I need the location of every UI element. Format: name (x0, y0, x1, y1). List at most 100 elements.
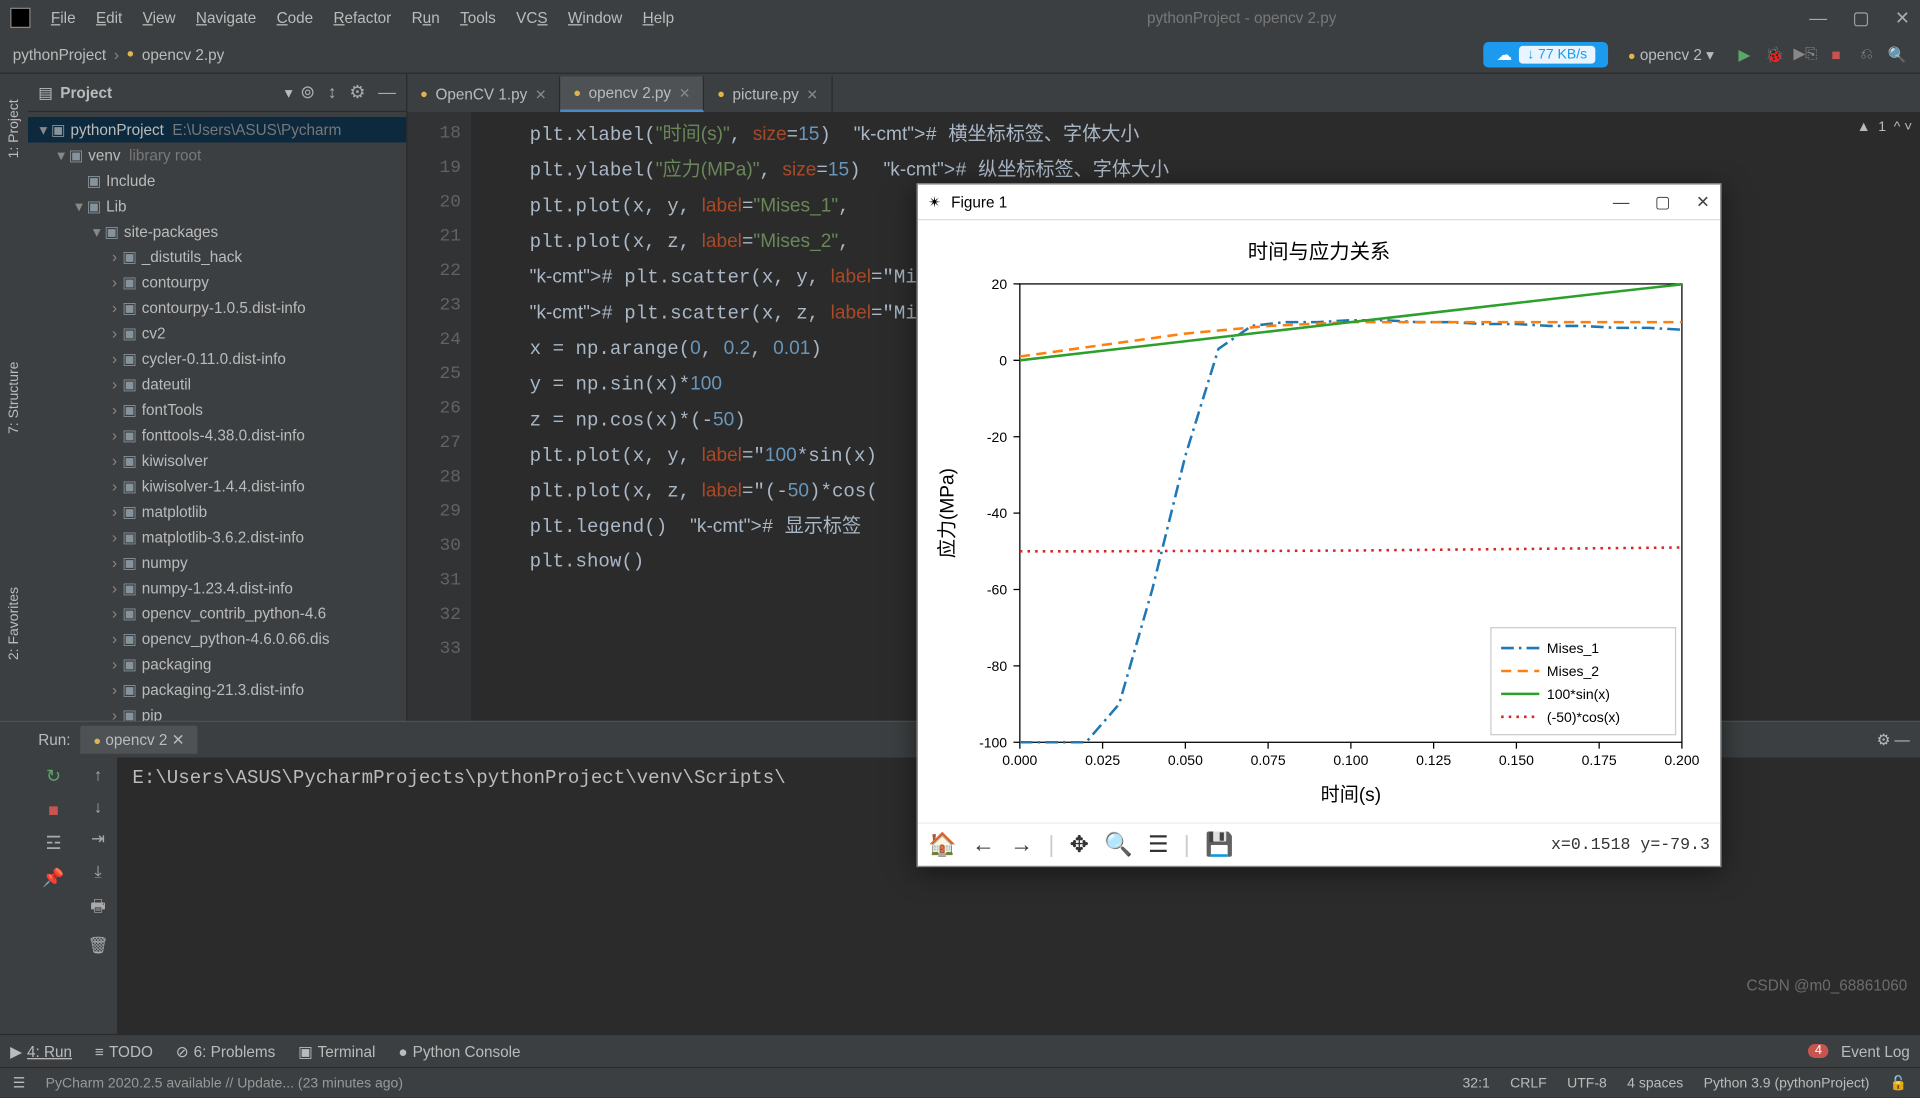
tree-row[interactable]: ›▣numpy (28, 550, 406, 575)
tree-row[interactable]: ›▣kiwisolver (28, 448, 406, 473)
pin-icon[interactable]: 📌 (42, 867, 64, 889)
mpl-title-bar[interactable]: ✴ Figure 1 — ▢ ✕ (918, 185, 1720, 221)
back-icon[interactable]: ← (972, 832, 995, 859)
tree-row[interactable]: ›▣contourpy-1.0.5.dist-info (28, 295, 406, 320)
bottom-tab-pyconsole[interactable]: ● Python Console (398, 1042, 520, 1060)
tree-row[interactable]: ›▣matplotlib (28, 499, 406, 524)
status-update[interactable]: PyCharm 2020.2.5 available // Update... … (46, 1075, 1442, 1090)
status-line-sep[interactable]: CRLF (1510, 1075, 1547, 1090)
menu-help[interactable]: Help (643, 9, 674, 27)
tree-row[interactable]: ▾▣Lib (28, 194, 406, 219)
stop-icon[interactable]: ■ (1826, 44, 1846, 64)
tree-row[interactable]: ▾▣pythonProject E:\Users\ASUS\Pycharm (28, 117, 406, 142)
tree-row[interactable]: ›▣kiwisolver-1.4.4.dist-info (28, 474, 406, 499)
tab-opencv2[interactable]: ●opencv 2.py✕ (561, 76, 705, 112)
run-config-dropdown[interactable]: ● opencv 2 ▾ (1618, 43, 1724, 66)
trash-icon[interactable]: 🗑 (88, 936, 109, 956)
coverage-icon[interactable]: ▶⎘ (1795, 44, 1815, 64)
status-position[interactable]: 32:1 (1463, 1075, 1490, 1090)
stop-icon[interactable]: ■ (48, 800, 59, 820)
minimize-icon[interactable]: — (1809, 7, 1827, 29)
tree-row[interactable]: ›▣packaging-21.3.dist-info (28, 677, 406, 702)
bottom-tab-todo[interactable]: ≡ TODO (95, 1042, 153, 1060)
layout-icon[interactable]: ☲ (45, 833, 61, 855)
tree-row[interactable]: ›▣matplotlib-3.6.2.dist-info (28, 525, 406, 550)
scroll-icon[interactable]: ⤓ (94, 862, 101, 882)
sidebar-tab-favorites[interactable]: 2: Favorites (6, 587, 21, 660)
close-icon[interactable]: ✕ (1696, 192, 1710, 212)
status-indent[interactable]: 4 spaces (1627, 1075, 1683, 1090)
gear-icon[interactable]: ⚙ — (1877, 731, 1910, 749)
print-icon[interactable]: 🖶 (90, 895, 106, 923)
menu-code[interactable]: Code (277, 9, 314, 27)
tree-row[interactable]: ›▣numpy-1.23.4.dist-info (28, 575, 406, 600)
download-speed-badge[interactable]: ☁ ↓ 77 KB/s (1484, 41, 1608, 66)
tree-row[interactable]: ›▣dateutil (28, 372, 406, 397)
breadcrumb-file[interactable]: opencv 2.py (142, 45, 224, 63)
menu-edit[interactable]: Edit (96, 9, 122, 27)
bottom-tab-terminal[interactable]: ▣ Terminal (298, 1042, 375, 1060)
save-icon[interactable]: 💾 (1205, 832, 1234, 859)
mpl-canvas[interactable]: 时间与应力关系0.0000.0250.0500.0750.1000.1250.1… (918, 221, 1720, 823)
bottom-tab-eventlog[interactable]: Event Log (1841, 1042, 1910, 1060)
debug-icon[interactable]: 🐞 (1765, 44, 1785, 64)
menu-window[interactable]: Window (568, 9, 622, 27)
expand-icon[interactable]: ↕ (328, 81, 337, 103)
rerun-icon[interactable]: ↻ (46, 765, 61, 787)
menu-vcs[interactable]: VCS (516, 9, 547, 27)
tab-picture[interactable]: ●picture.py✕ (704, 76, 832, 112)
home-icon[interactable]: 🏠 (928, 832, 957, 859)
git-icon[interactable]: ⎌ (1856, 44, 1876, 64)
tree-row[interactable]: ›▣_distutils_hack (28, 244, 406, 269)
tree-row[interactable]: ▣Include (28, 168, 406, 193)
tab-opencv1[interactable]: ●OpenCV 1.py✕ (407, 76, 560, 112)
status-menu-icon[interactable]: ☰ (13, 1075, 26, 1092)
wrap-icon[interactable]: ⇥ (91, 829, 105, 849)
tree-row[interactable]: ›▣cv2 (28, 321, 406, 346)
project-tree[interactable]: ▾▣pythonProject E:\Users\ASUS\Pycharm▾▣v… (28, 112, 406, 721)
lock-icon[interactable]: 🔓 (1890, 1075, 1907, 1092)
tree-row[interactable]: ›▣cycler-0.11.0.dist-info (28, 346, 406, 371)
tree-row[interactable]: ›▣fontTools (28, 397, 406, 422)
maximize-icon[interactable]: ▢ (1655, 192, 1671, 212)
tree-row[interactable]: ›▣fonttools-4.38.0.dist-info (28, 423, 406, 448)
sidebar-tab-structure[interactable]: 7: Structure (6, 362, 21, 434)
tree-row[interactable]: ▾▣site-packages (28, 219, 406, 244)
bottom-tab-problems[interactable]: ⊘ 6: Problems (176, 1042, 275, 1060)
maximize-icon[interactable]: ▢ (1853, 7, 1870, 29)
sidebar-tab-project[interactable]: 1: Project (6, 99, 21, 158)
status-interpreter[interactable]: Python 3.9 (pythonProject) (1704, 1075, 1870, 1090)
tree-row[interactable]: ▾▣venv library root (28, 143, 406, 168)
inspection-summary[interactable]: ▲ 1 ^ ˅ (1857, 120, 1913, 135)
tree-row[interactable]: ›▣pip (28, 703, 406, 721)
run-tab-active[interactable]: ● opencv 2 ✕ (81, 726, 197, 754)
close-tab-icon[interactable]: ✕ (535, 86, 547, 103)
breadcrumb-project[interactable]: pythonProject (13, 45, 106, 63)
matplotlib-window[interactable]: ✴ Figure 1 — ▢ ✕ 时间与应力关系0.0000.0250.0500… (917, 183, 1722, 867)
forward-icon[interactable]: → (1010, 832, 1033, 859)
locate-icon[interactable]: ⊚ (300, 81, 315, 103)
minimize-icon[interactable]: — (1613, 192, 1630, 212)
menu-file[interactable]: File (51, 9, 76, 27)
close-icon[interactable]: ✕ (1895, 7, 1910, 29)
search-icon[interactable]: 🔍 (1887, 44, 1907, 64)
close-tab-icon[interactable]: ✕ (806, 86, 818, 103)
run-icon[interactable]: ▶ (1734, 44, 1754, 64)
down-icon[interactable]: ↓ (94, 797, 102, 816)
tree-row[interactable]: ›▣opencv_python-4.6.0.66.dis (28, 626, 406, 651)
menu-navigate[interactable]: Navigate (196, 9, 256, 27)
menu-tools[interactable]: Tools (460, 9, 496, 27)
bottom-tab-run[interactable]: ▶ 4: Run (10, 1042, 72, 1060)
zoom-icon[interactable]: 🔍 (1104, 832, 1133, 859)
menu-refactor[interactable]: Refactor (334, 9, 392, 27)
tree-row[interactable]: ›▣contourpy (28, 270, 406, 295)
menu-run[interactable]: Run (412, 9, 440, 27)
menu-view[interactable]: View (143, 9, 176, 27)
hide-icon[interactable]: — (378, 81, 396, 103)
close-tab-icon[interactable]: ✕ (679, 85, 691, 102)
pan-icon[interactable]: ✥ (1070, 832, 1089, 859)
gear-icon[interactable]: ⚙ (349, 81, 365, 103)
status-encoding[interactable]: UTF-8 (1567, 1075, 1607, 1090)
chevron-down-icon[interactable]: ▾ (285, 83, 293, 101)
up-icon[interactable]: ↑ (94, 765, 102, 784)
